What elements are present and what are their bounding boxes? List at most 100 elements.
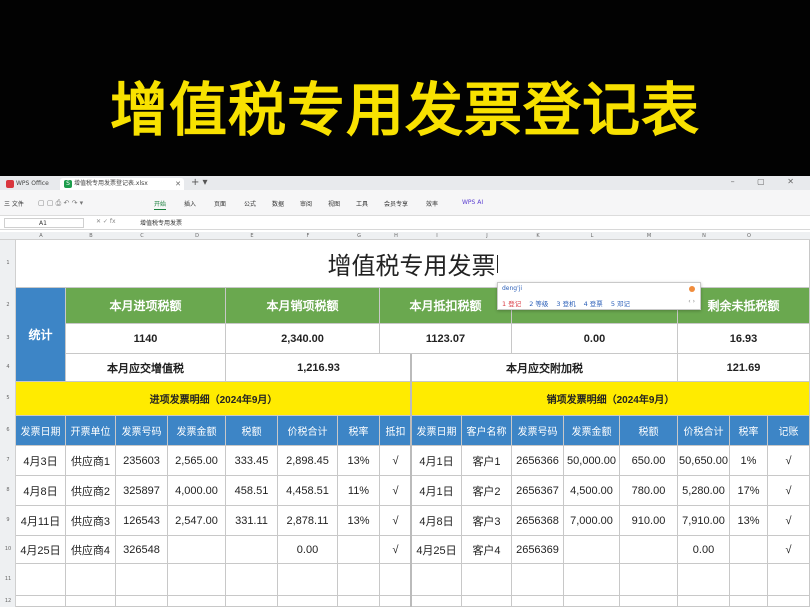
summary-value-cell[interactable]: 1140 xyxy=(66,324,226,354)
input-section-cell[interactable]: 进项发票明细（2024年9月） xyxy=(16,382,412,416)
output-header-cell[interactable]: 记账 xyxy=(768,416,810,446)
empty-cell[interactable] xyxy=(620,564,678,596)
input-data-cell[interactable]: 13% xyxy=(338,446,380,476)
empty-cell[interactable] xyxy=(462,596,512,607)
output-data-cell[interactable]: √ xyxy=(768,506,810,536)
row-number[interactable]: 7 xyxy=(0,457,16,463)
row-number[interactable]: 5 xyxy=(0,395,16,401)
output-data-cell[interactable]: 0.00 xyxy=(678,536,730,564)
input-data-cell[interactable] xyxy=(338,536,380,564)
empty-cell[interactable] xyxy=(768,596,810,607)
input-header-cell[interactable]: 抵扣 xyxy=(380,416,412,446)
summary-header-cell[interactable]: 本月抵扣税额 xyxy=(380,288,512,324)
output-data-cell[interactable]: 7,910.00 xyxy=(678,506,730,536)
ime-page-arrows[interactable]: ‹ › xyxy=(688,298,695,305)
input-header-cell[interactable]: 价税合计 xyxy=(278,416,338,446)
empty-cell[interactable] xyxy=(564,596,620,607)
ribbon-tab-page[interactable]: 页面 xyxy=(214,199,226,208)
input-header-cell[interactable]: 税率 xyxy=(338,416,380,446)
input-data-cell[interactable]: 126543 xyxy=(116,506,168,536)
input-data-cell[interactable]: 0.00 xyxy=(278,536,338,564)
empty-cell[interactable] xyxy=(412,564,462,596)
empty-cell[interactable] xyxy=(412,596,462,607)
name-box[interactable]: A1 xyxy=(4,218,84,228)
output-data-cell[interactable]: 780.00 xyxy=(620,476,678,506)
input-data-cell[interactable]: √ xyxy=(380,476,412,506)
tab-workbook[interactable]: S 增值税专用发票登记表.xlsx ✕ xyxy=(60,178,184,190)
input-data-cell[interactable]: 供应商3 xyxy=(66,506,116,536)
output-data-cell[interactable]: 7,000.00 xyxy=(564,506,620,536)
empty-cell[interactable] xyxy=(462,564,512,596)
ime-candidate[interactable]: 3 登机 xyxy=(556,300,575,308)
new-tab-icon[interactable]: + ▾ xyxy=(191,177,208,188)
input-data-cell[interactable]: √ xyxy=(380,446,412,476)
ribbon-tab-member[interactable]: 会员专享 xyxy=(384,199,408,208)
output-data-cell[interactable]: 910.00 xyxy=(620,506,678,536)
input-header-cell[interactable]: 税额 xyxy=(226,416,278,446)
summary-header-cell[interactable]: 本月销项税额 xyxy=(226,288,380,324)
input-data-cell[interactable]: 235603 xyxy=(116,446,168,476)
empty-cell[interactable] xyxy=(66,564,116,596)
ime-candidate-popup[interactable]: deng'ji 1 登记 2 等级 3 登机 4 登票 5 邓记 ‹ › xyxy=(497,282,701,310)
surcharge-value-cell[interactable]: 121.69 xyxy=(678,354,810,382)
empty-cell[interactable] xyxy=(278,564,338,596)
input-data-cell[interactable]: 4月3日 xyxy=(16,446,66,476)
column-letter[interactable]: C xyxy=(116,232,168,240)
output-data-cell[interactable]: 客户4 xyxy=(462,536,512,564)
output-data-cell[interactable]: 650.00 xyxy=(620,446,678,476)
column-letter[interactable]: E xyxy=(226,232,278,240)
output-data-cell[interactable]: 50,650.00 xyxy=(678,446,730,476)
file-menu[interactable]: 三 文件 xyxy=(4,199,24,208)
column-letter[interactable]: J xyxy=(462,232,512,240)
formula-input[interactable]: 增值税专用发票 xyxy=(140,218,182,227)
surcharge-label-cell[interactable]: 本月应交附加税 xyxy=(412,354,678,382)
output-data-cell[interactable]: 13% xyxy=(730,506,768,536)
input-data-cell[interactable]: 4月8日 xyxy=(16,476,66,506)
tab-wps-home[interactable]: WPS Office xyxy=(2,178,60,190)
empty-cell[interactable] xyxy=(66,596,116,607)
input-data-cell[interactable]: 4月11日 xyxy=(16,506,66,536)
output-data-cell[interactable] xyxy=(620,536,678,564)
empty-cell[interactable] xyxy=(512,596,564,607)
input-header-cell[interactable]: 发票日期 xyxy=(16,416,66,446)
row-number[interactable]: 10 xyxy=(0,546,16,552)
ribbon-tab-home[interactable]: 开始 xyxy=(154,199,167,210)
input-data-cell[interactable]: 11% xyxy=(338,476,380,506)
column-letter[interactable]: O xyxy=(730,232,768,240)
output-data-cell[interactable]: 4月8日 xyxy=(412,506,462,536)
input-data-cell[interactable]: 325897 xyxy=(116,476,168,506)
ribbon-tab-formula[interactable]: 公式 xyxy=(244,199,256,208)
output-header-cell[interactable]: 发票号码 xyxy=(512,416,564,446)
column-letter[interactable]: G xyxy=(338,232,380,240)
row-number[interactable]: 11 xyxy=(0,576,16,582)
empty-cell[interactable] xyxy=(338,564,380,596)
input-data-cell[interactable]: 333.45 xyxy=(226,446,278,476)
output-data-cell[interactable]: 4月1日 xyxy=(412,446,462,476)
output-data-cell[interactable]: √ xyxy=(768,446,810,476)
output-data-cell[interactable]: 50,000.00 xyxy=(564,446,620,476)
output-data-cell[interactable]: √ xyxy=(768,536,810,564)
column-letter[interactable]: L xyxy=(564,232,620,240)
ribbon-tab-view[interactable]: 视图 xyxy=(328,199,340,208)
input-data-cell[interactable]: 供应商4 xyxy=(66,536,116,564)
empty-cell[interactable] xyxy=(168,596,226,607)
output-data-cell[interactable] xyxy=(730,536,768,564)
output-header-cell[interactable]: 税率 xyxy=(730,416,768,446)
column-letter[interactable]: N xyxy=(678,232,730,240)
empty-cell[interactable] xyxy=(168,564,226,596)
ribbon-tab-efficiency[interactable]: 效率 xyxy=(426,199,438,208)
output-data-cell[interactable]: √ xyxy=(768,476,810,506)
input-data-cell[interactable]: 331.11 xyxy=(226,506,278,536)
input-data-cell[interactable]: √ xyxy=(380,536,412,564)
input-data-cell[interactable]: 458.51 xyxy=(226,476,278,506)
summary-header-cell[interactable]: 本月进项税额 xyxy=(66,288,226,324)
ime-candidate[interactable]: 1 登记 xyxy=(502,300,521,308)
close-icon[interactable]: ✕ xyxy=(175,178,181,190)
ime-candidate[interactable]: 5 邓记 xyxy=(611,300,630,308)
column-letter[interactable]: A xyxy=(16,232,66,240)
input-header-cell[interactable]: 发票金额 xyxy=(168,416,226,446)
output-header-cell[interactable]: 客户名称 xyxy=(462,416,512,446)
empty-cell[interactable] xyxy=(116,564,168,596)
output-data-cell[interactable]: 客户2 xyxy=(462,476,512,506)
empty-cell[interactable] xyxy=(678,564,730,596)
